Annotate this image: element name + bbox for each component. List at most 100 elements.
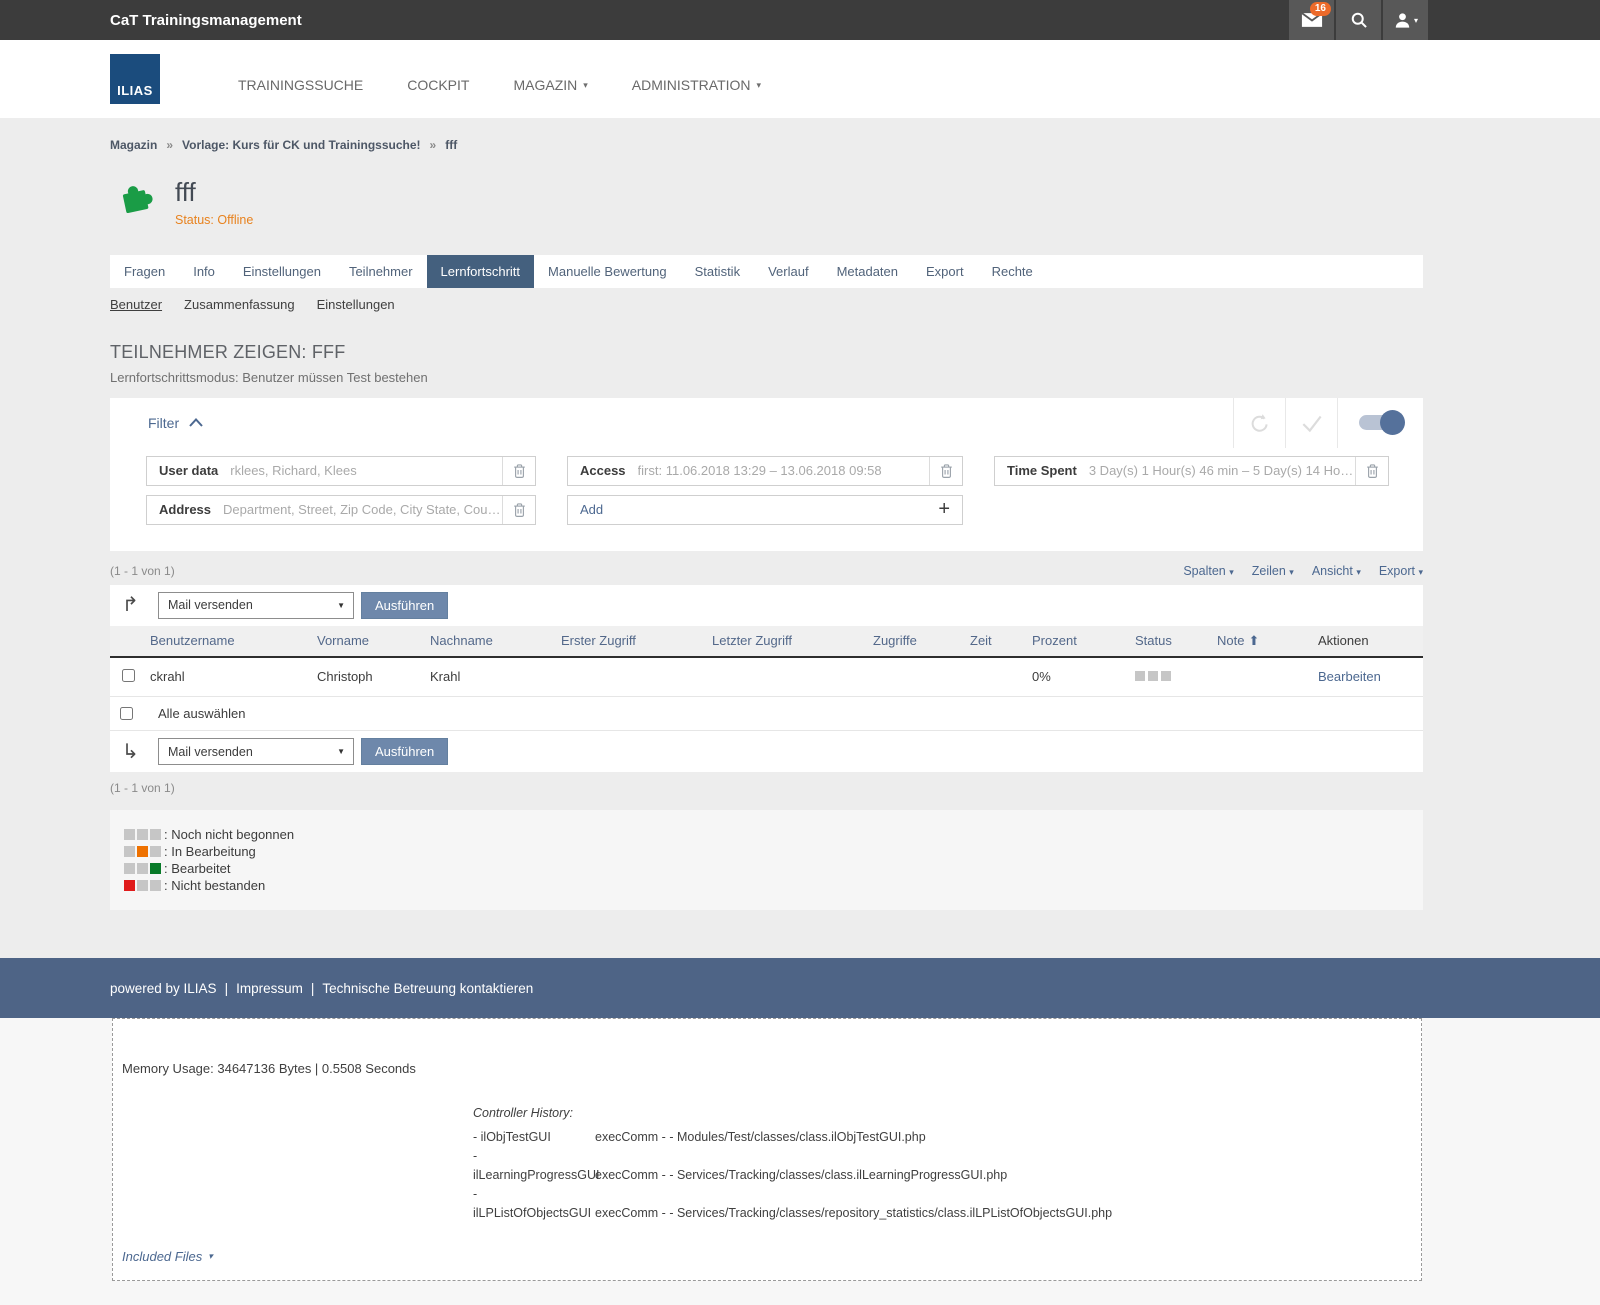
user-menu-button[interactable]: ▾ — [1383, 0, 1428, 40]
trash-icon — [1364, 462, 1381, 480]
bulk-action-select[interactable]: Mail versenden ▼ — [158, 738, 354, 765]
breadcrumb-separator: » — [430, 138, 437, 152]
bulk-action-select[interactable]: Mail versenden ▼ — [158, 592, 354, 619]
tab-rechte[interactable]: Rechte — [978, 255, 1047, 288]
tab-statistik[interactable]: Statistik — [681, 255, 755, 288]
tab-lernfortschritt[interactable]: Lernfortschritt — [427, 255, 534, 288]
breadcrumb-vorlage[interactable]: Vorlage: Kurs für CK und Trainingssuche! — [182, 138, 420, 152]
section-heading: TEILNEHMER ZEIGEN: FFF — [110, 342, 1423, 363]
subtab-einstellungen[interactable]: Einstellungen — [317, 297, 395, 312]
status-square — [1161, 671, 1171, 681]
filter-field-time-spent[interactable]: Time Spent 3 Day(s) 1 Hour(s) 46 min – 5… — [994, 456, 1389, 486]
delete-filter-button[interactable] — [929, 457, 962, 485]
participants-table: Benutzername Vorname Nachname Erster Zug… — [110, 626, 1423, 698]
main-navigation: ILIAS TRAININGSSUCHE COCKPIT MAGAZIN▾ AD… — [0, 40, 1600, 118]
header-vorname[interactable]: Vorname — [315, 626, 428, 657]
header-note[interactable]: Note⬆ — [1215, 626, 1316, 657]
select-caret-icon: ▼ — [337, 601, 353, 610]
subtab-zusammenfassung[interactable]: Zusammenfassung — [184, 297, 295, 312]
subtab-benutzer[interactable]: Benutzer — [110, 297, 162, 312]
tab-manuelle-bewertung[interactable]: Manuelle Bewertung — [534, 255, 681, 288]
chevron-down-icon: ▾ — [757, 80, 762, 91]
status-badge: Status: Offline — [175, 213, 253, 227]
header-checkbox-col — [110, 626, 148, 657]
filter-field-user-data[interactable]: User data rklees, Richard, Klees — [146, 456, 536, 486]
controller-history-title: Controller History: — [473, 1106, 1412, 1120]
filter-reset-button[interactable] — [1233, 398, 1285, 448]
header-erster-zugriff[interactable]: Erster Zugriff — [559, 626, 710, 657]
tab-info[interactable]: Info — [179, 255, 229, 288]
cell-firstname: Christoph — [315, 657, 428, 697]
row-checkbox[interactable] — [122, 669, 135, 682]
filter-field-access[interactable]: Access first: 11.06.2018 13:29 – 13.06.2… — [567, 456, 963, 486]
cell-accesses — [871, 657, 968, 697]
filter-toggle[interactable]: Filter — [148, 415, 203, 431]
apply-bottom-arrow-icon: ↳ — [122, 742, 148, 762]
footer-separator: | — [225, 981, 229, 996]
object-header: fff Status: Offline — [110, 178, 1423, 227]
tab-einstellungen[interactable]: Einstellungen — [229, 255, 335, 288]
bulk-action-top: ↱ Mail versenden ▼ Ausführen — [110, 585, 1423, 626]
legend-item: : Nicht bestanden — [124, 877, 1423, 894]
menu-ansicht[interactable]: Ansicht ▾ — [1312, 564, 1361, 578]
ilias-logo[interactable]: ILIAS — [110, 54, 160, 104]
tab-verlauf[interactable]: Verlauf — [754, 255, 822, 288]
nav-item-trainingssuche[interactable]: TRAININGSSUCHE — [238, 77, 363, 93]
footer: powered by ILIAS | Impressum | Technisch… — [0, 958, 1600, 1018]
nav-item-magazin[interactable]: MAGAZIN▾ — [513, 77, 587, 93]
header-status[interactable]: Status — [1133, 626, 1215, 657]
header-zeit[interactable]: Zeit — [968, 626, 1030, 657]
filter-apply-button[interactable] — [1285, 398, 1337, 448]
cell-percent: 0% — [1030, 657, 1133, 697]
included-files-link[interactable]: Included Files ▾ — [122, 1249, 213, 1264]
select-all-row: Alle auswählen — [110, 697, 1423, 731]
toggle-knob — [1380, 410, 1405, 435]
header-prozent[interactable]: Prozent — [1030, 626, 1133, 657]
footer-support-link[interactable]: Technische Betreuung kontaktieren — [322, 981, 533, 996]
footer-powered-by-link[interactable]: powered by ILIAS — [110, 981, 217, 996]
tab-metadaten[interactable]: Metadaten — [823, 255, 912, 288]
menu-spalten[interactable]: Spalten ▾ — [1183, 564, 1233, 578]
breadcrumb-magazin[interactable]: Magazin — [110, 138, 157, 152]
tabbar: Fragen Info Einstellungen Teilnehmer Ler… — [110, 255, 1423, 288]
page-title: fff — [175, 178, 253, 207]
trash-icon — [938, 462, 955, 480]
result-count: (1 - 1 von 1) — [110, 564, 175, 578]
nav-item-administration[interactable]: ADMINISTRATION▾ — [632, 77, 761, 93]
legend-square — [124, 829, 135, 840]
add-filter-button[interactable]: Add + — [567, 495, 963, 525]
delete-filter-button[interactable] — [502, 496, 535, 524]
header-zugriffe[interactable]: Zugriffe — [871, 626, 968, 657]
section-subheading: Lernfortschrittsmodus: Benutzer müssen T… — [110, 370, 1423, 385]
menu-zeilen[interactable]: Zeilen ▾ — [1252, 564, 1294, 578]
bearbeiten-link[interactable]: Bearbeiten — [1318, 669, 1381, 684]
apply-top-arrow-icon: ↱ — [122, 595, 148, 615]
table-row: ckrahl Christoph Krahl 0% Bearbeiten — [110, 657, 1423, 697]
execute-button[interactable]: Ausführen — [361, 592, 448, 619]
filter-panel: Filter — [110, 398, 1423, 551]
search-button[interactable] — [1336, 0, 1381, 40]
header-benutzername[interactable]: Benutzername — [148, 626, 315, 657]
header-letzter-zugriff[interactable]: Letzter Zugriff — [710, 626, 871, 657]
app-title: CaT Trainingsmanagement — [110, 12, 302, 29]
tab-teilnehmer[interactable]: Teilnehmer — [335, 255, 427, 288]
filter-field-address[interactable]: Address Department, Street, Zip Code, Ci… — [146, 495, 536, 525]
user-icon — [1393, 11, 1412, 30]
tab-export[interactable]: Export — [912, 255, 978, 288]
select-caret-icon: ▼ — [337, 747, 353, 756]
footer-impressum-link[interactable]: Impressum — [236, 981, 303, 996]
delete-filter-button[interactable] — [1355, 457, 1388, 485]
tab-fragen[interactable]: Fragen — [110, 255, 179, 288]
menu-export[interactable]: Export ▾ — [1379, 564, 1423, 578]
legend-square — [137, 846, 148, 857]
delete-filter-button[interactable] — [502, 457, 535, 485]
execute-button[interactable]: Ausführen — [361, 738, 448, 765]
status-legend: : Noch nicht begonnen : In Bearbeitung :… — [110, 810, 1423, 910]
header-nachname[interactable]: Nachname — [428, 626, 559, 657]
header-aktionen: Aktionen — [1316, 626, 1423, 657]
check-icon — [1299, 410, 1325, 436]
mail-button[interactable]: 16 — [1289, 0, 1334, 40]
filter-enable-toggle[interactable] — [1337, 398, 1423, 448]
select-all-checkbox[interactable] — [120, 707, 133, 720]
nav-item-cockpit[interactable]: COCKPIT — [407, 77, 469, 93]
